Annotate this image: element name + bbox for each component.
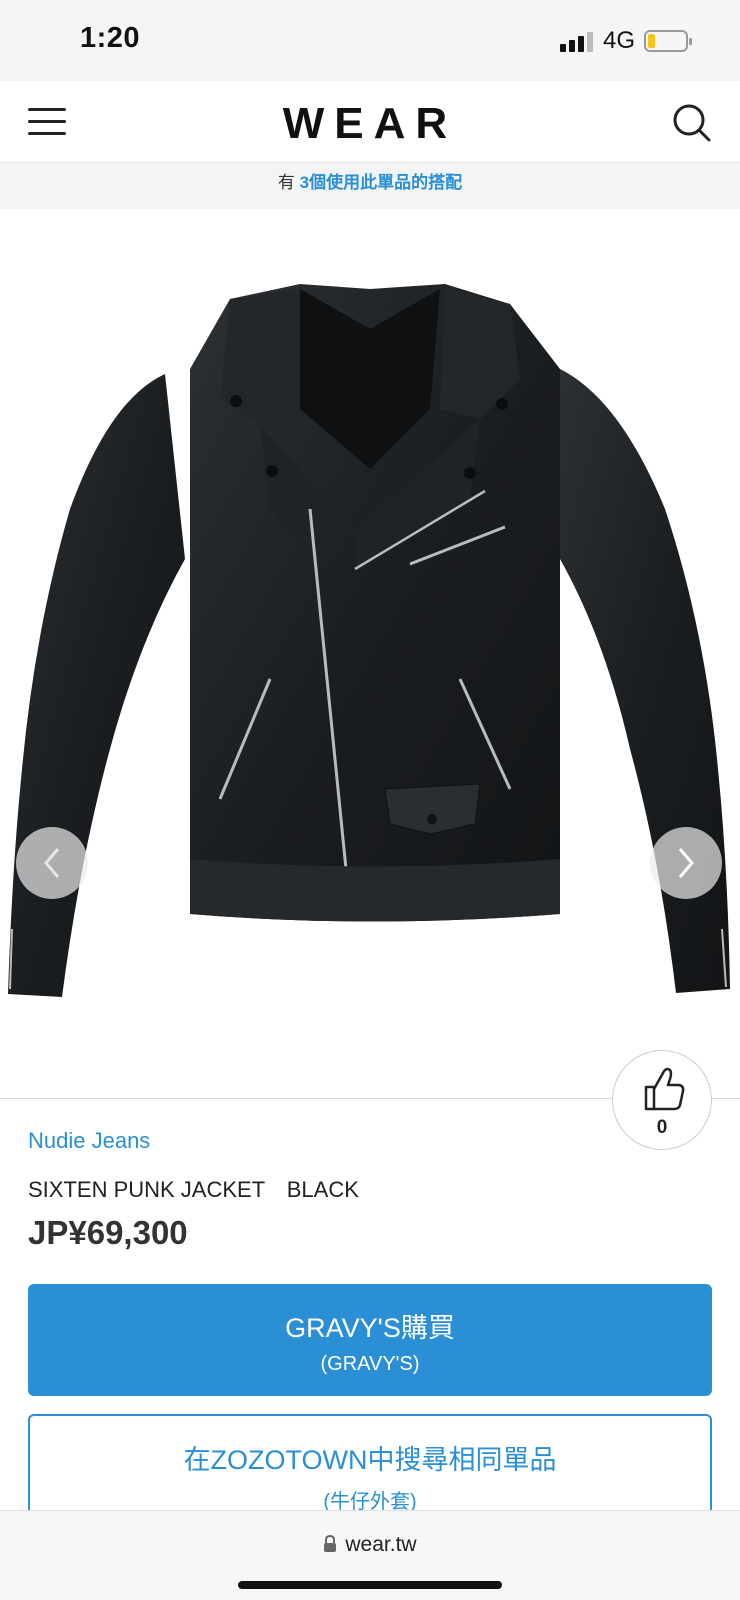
- jacket-image: [8, 284, 730, 997]
- carousel-prev-button[interactable]: [16, 827, 88, 899]
- url-display[interactable]: wear.tw: [0, 1533, 740, 1559]
- lock-icon: [323, 1534, 337, 1559]
- banner-prefix: 有: [277, 173, 300, 192]
- status-time: 1:20: [80, 22, 141, 54]
- home-indicator[interactable]: [238, 1581, 502, 1589]
- like-count: 0: [656, 1117, 668, 1138]
- site-header: WEAR: [0, 81, 740, 163]
- product-price: JP¥69,300: [28, 1214, 188, 1251]
- outfit-count-banner: 有 3個使用此單品的搭配: [0, 163, 740, 209]
- chevron-right-icon: [678, 848, 694, 878]
- battery-icon: [644, 30, 692, 52]
- site-logo[interactable]: WEAR: [0, 99, 740, 149]
- search-icon[interactable]: [672, 103, 712, 143]
- chevron-left-icon: [44, 848, 60, 878]
- buy-button[interactable]: GRAVY'S購買 (GRAVY'S): [28, 1284, 712, 1396]
- carousel-next-button[interactable]: [650, 827, 722, 899]
- browser-url-bar[interactable]: wear.tw: [0, 1510, 740, 1600]
- thumbs-up-icon: [644, 1067, 685, 1111]
- buy-button-label: GRAVY'S購買: [285, 1313, 455, 1343]
- zozotown-button-label: 在ZOZOTOWN中搜尋相同單品: [183, 1445, 557, 1475]
- url-text: wear.tw: [345, 1533, 417, 1556]
- signal-icon: [560, 32, 594, 52]
- product-image[interactable]: [0, 209, 740, 1099]
- brand-link[interactable]: Nudie Jeans: [28, 1128, 150, 1154]
- network-type: 4G: [603, 27, 636, 54]
- buy-button-sub: (GRAVY'S): [320, 1353, 420, 1375]
- outfit-count-link[interactable]: 3個使用此單品的搭配: [300, 173, 462, 192]
- status-bar: 1:20 4G: [0, 0, 740, 81]
- product-name: SIXTEN PUNK JACKET BLACK: [28, 1177, 359, 1202]
- like-button[interactable]: 0: [612, 1050, 712, 1150]
